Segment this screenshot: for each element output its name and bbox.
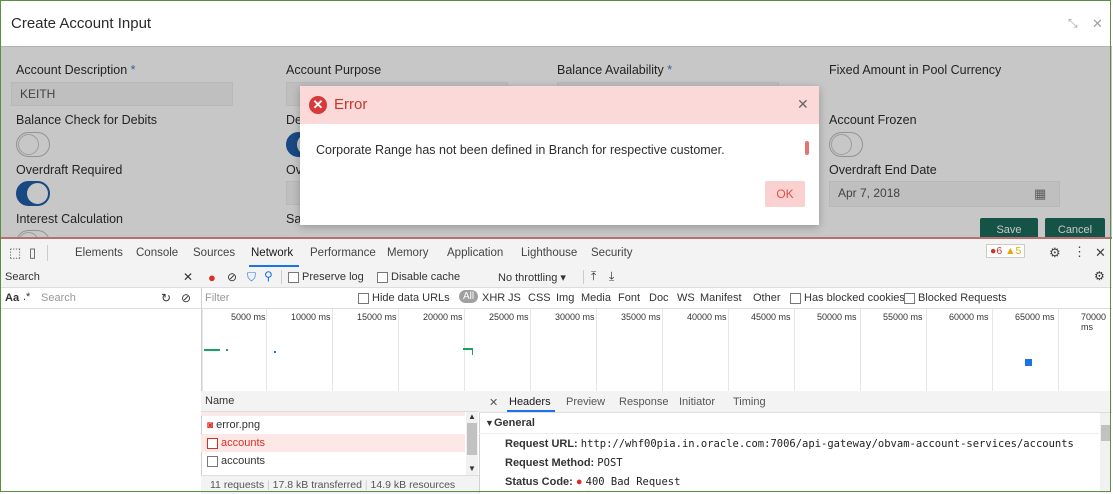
network-search-icon[interactable]: ⚲ (264, 269, 273, 283)
throttling-select[interactable]: No throttling ▾ (498, 271, 566, 284)
regex-toggle[interactable]: .* (23, 291, 30, 303)
tab-response[interactable]: Response (619, 396, 669, 408)
record-icon[interactable]: ● (208, 270, 216, 285)
image-error-icon: ◙ (207, 420, 214, 431)
close-icon[interactable]: ✕ (1092, 16, 1103, 32)
request-method-row: Request Method: POST (505, 457, 623, 469)
filter-manifest[interactable]: Manifest (700, 292, 742, 304)
device-toolbar-icon[interactable]: ▯ (29, 245, 36, 261)
preserve-log-checkbox[interactable]: Preserve log (288, 271, 364, 283)
refresh-icon[interactable]: ↻ (161, 291, 171, 305)
tab-sources[interactable]: Sources (193, 247, 235, 259)
request-details-pane: ✕ Headers Preview Response Initiator Tim… (479, 391, 1112, 493)
tab-timing[interactable]: Timing (733, 396, 766, 408)
tab-elements[interactable]: Elements (75, 247, 123, 259)
filter-media[interactable]: Media (581, 292, 611, 304)
search-close-icon[interactable]: ✕ (183, 270, 193, 284)
form-title: Create Account Input (11, 15, 152, 32)
request-url-value: http://whf00pia.in.oracle.com:7006/api-g… (580, 438, 1074, 450)
dialog-close-icon[interactable]: ✕ (797, 96, 809, 113)
request-summary: 11 requests | 17.8 kB transferred | 14.9… (201, 475, 479, 494)
request-list-scrollbar[interactable]: ▲ ▼ (466, 412, 478, 475)
tab-preview[interactable]: Preview (566, 396, 605, 408)
filter-css[interactable]: CSS (528, 292, 551, 304)
request-row[interactable]: accounts (201, 452, 465, 470)
clear-icon[interactable]: ⊘ (181, 291, 191, 305)
tab-security[interactable]: Security (591, 247, 633, 259)
devtools-tabbar: ⬚ ▯ Elements Console Sources Network Per… (1, 239, 1112, 268)
waterfall-bar (1025, 359, 1032, 366)
details-close-icon[interactable]: ✕ (489, 396, 498, 409)
search-pane-title: Search (5, 271, 40, 283)
tab-initiator[interactable]: Initiator (679, 396, 715, 408)
filter-bar: Filter Hide data URLs All XHR JS CSS Img… (201, 288, 1112, 309)
devtools-close-icon[interactable]: ✕ (1095, 245, 1106, 261)
has-blocked-cookies-checkbox[interactable]: Has blocked cookies (790, 292, 905, 304)
search-pane: Search ✕ Aa .* Search ↻ ⊘ (1, 267, 202, 493)
minimize-icon[interactable]: ⤡ (1068, 16, 1078, 31)
filter-other[interactable]: Other (753, 292, 781, 304)
waterfall-bar (274, 351, 276, 353)
error-dialog-title: Error (334, 96, 368, 113)
tab-performance[interactable]: Performance (310, 247, 376, 259)
form-titlebar: Create Account Input ⤡ ✕ (1, 1, 1112, 47)
more-options-icon[interactable]: ⋮ (1073, 244, 1086, 260)
match-case-toggle[interactable]: Aa (5, 292, 19, 304)
waterfall-bar (226, 349, 228, 351)
error-dialog-header: ✕ Error ✕ (300, 86, 819, 124)
search-input[interactable]: Search (41, 292, 76, 304)
error-dialog: ✕ Error ✕ Corporate Range has not been d… (300, 86, 819, 225)
warning-count-icon: ▲ (1005, 245, 1016, 257)
clear-log-icon[interactable]: ⊘ (227, 270, 237, 284)
tab-application[interactable]: Application (447, 247, 503, 259)
filter-all[interactable]: All (459, 290, 479, 303)
filter-input[interactable]: Filter (205, 292, 229, 304)
network-toolbar: ● ⊘ ⛉ ⚲ Preserve log Disable cache No th… (201, 267, 1112, 288)
filter-icon[interactable]: ⛉ (247, 270, 256, 285)
tab-lighthouse[interactable]: Lighthouse (521, 247, 577, 259)
network-settings-icon[interactable]: ⚙ (1094, 269, 1105, 283)
request-list: Name ◙ error.png accounts accounts ▲ ▼ 1… (201, 391, 480, 494)
export-har-icon[interactable]: ⤓ (609, 269, 614, 284)
details-scrollbar[interactable] (1100, 413, 1111, 493)
filter-ws[interactable]: WS (677, 292, 695, 304)
filter-js[interactable]: JS (508, 292, 521, 304)
issues-counter[interactable]: ●6 ▲5 (986, 244, 1026, 258)
import-har-icon[interactable]: ⤒ (591, 269, 596, 284)
tab-network[interactable]: Network (251, 247, 293, 259)
request-row[interactable]: ◙ error.png (201, 416, 465, 434)
status-code-row: Status Code: ● 400 Bad Request (505, 476, 681, 488)
name-column-header[interactable]: Name (205, 395, 234, 407)
settings-icon[interactable]: ⚙ (1049, 245, 1061, 261)
blocked-requests-checkbox[interactable]: Blocked Requests (904, 292, 1007, 304)
filter-img[interactable]: Img (556, 292, 574, 304)
inspect-element-icon[interactable]: ⬚ (9, 245, 21, 261)
filter-xhr[interactable]: XHR (482, 292, 505, 304)
error-message: Corporate Range has not been defined in … (316, 143, 725, 157)
waterfall-bar (204, 349, 220, 351)
network-timeline[interactable]: 5000 ms 10000 ms 15000 ms 20000 ms 25000… (201, 309, 1112, 392)
request-url-row: Request URL: http://whf00pia.in.oracle.c… (505, 438, 1074, 450)
tab-headers[interactable]: Headers (509, 396, 551, 408)
disable-cache-checkbox[interactable]: Disable cache (377, 271, 460, 283)
filter-font[interactable]: Font (618, 292, 640, 304)
tab-memory[interactable]: Memory (387, 247, 429, 259)
status-error-icon: ● (575, 476, 583, 488)
ok-button[interactable]: OK (765, 181, 805, 207)
filter-doc[interactable]: Doc (649, 292, 669, 304)
scrollbar-indicator (805, 141, 809, 155)
request-row[interactable]: accounts (201, 434, 465, 452)
tab-console[interactable]: Console (136, 247, 178, 259)
general-section-header[interactable]: ▼ General (479, 413, 1099, 434)
devtools-panel: ⬚ ▯ Elements Console Sources Network Per… (1, 239, 1112, 494)
hide-data-urls-checkbox[interactable]: Hide data URLs (358, 292, 450, 304)
waterfall-bar (472, 348, 473, 355)
error-icon: ✕ (309, 96, 327, 114)
